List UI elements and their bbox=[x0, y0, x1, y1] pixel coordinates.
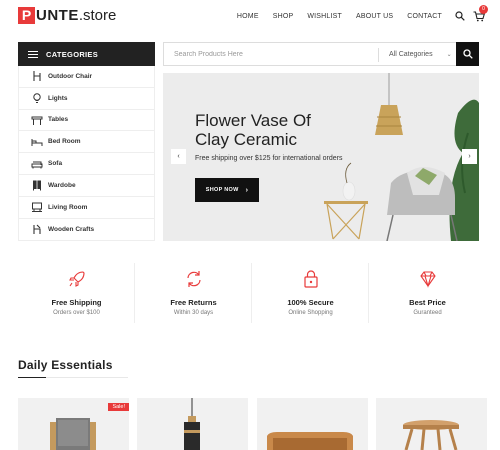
chair-icon bbox=[30, 70, 44, 82]
hero-title: Flower Vase Of Clay Ceramic bbox=[195, 111, 311, 149]
refresh-icon bbox=[186, 271, 201, 287]
search-icon bbox=[462, 49, 473, 59]
feature-secure: 100% Secure Online Shopping bbox=[252, 263, 369, 323]
main-nav: HOME SHOP WISHLIST ABOUT US CONTACT bbox=[237, 13, 442, 20]
slider-prev-button[interactable]: ‹ bbox=[171, 149, 186, 164]
category-item-outdoor-chair[interactable]: Outdoor Chair bbox=[19, 66, 154, 88]
feature-best-price: Best Price Guranteed bbox=[369, 263, 486, 323]
table-icon bbox=[30, 114, 44, 126]
pendant-lamp-icon bbox=[184, 398, 200, 450]
site-logo[interactable]: P UNTE .store bbox=[18, 7, 116, 24]
diamond-icon bbox=[419, 271, 436, 288]
site-header: P UNTE .store HOME SHOP WISHLIST ABOUT U… bbox=[0, 0, 500, 34]
category-label: Wooden Crafts bbox=[48, 225, 95, 233]
feature-title: Free Shipping bbox=[51, 298, 102, 307]
living-room-icon bbox=[30, 201, 44, 213]
feature-title: Free Returns bbox=[170, 298, 217, 307]
menu-icon bbox=[28, 49, 38, 60]
chevron-down-icon: ⌄ bbox=[446, 51, 452, 58]
category-item-lights[interactable]: Lights bbox=[19, 88, 154, 110]
search-input[interactable] bbox=[174, 50, 374, 58]
bed-icon bbox=[30, 136, 44, 148]
features-row: Free Shipping Orders over $100 Free Retu… bbox=[18, 263, 486, 323]
chevron-right-icon: › bbox=[245, 186, 249, 194]
sofa-icon bbox=[30, 158, 44, 170]
feature-subtitle: Guranteed bbox=[413, 310, 442, 316]
feature-subtitle: Online Shopping bbox=[288, 310, 333, 316]
logo-text: UNTE bbox=[36, 7, 79, 24]
category-item-wardobe[interactable]: Wardobe bbox=[19, 175, 154, 197]
wardrobe-icon bbox=[30, 179, 44, 191]
category-item-tables[interactable]: Tables bbox=[19, 110, 154, 132]
category-item-sofa[interactable]: Sofa bbox=[19, 153, 154, 175]
chevron-right-icon: › bbox=[468, 153, 471, 160]
side-table-icon bbox=[267, 432, 353, 450]
lock-icon bbox=[303, 270, 318, 288]
product-card-pendant-lamp[interactable] bbox=[137, 398, 248, 450]
shop-now-label: SHOP NOW bbox=[205, 187, 239, 193]
wooden-craft-icon bbox=[30, 223, 44, 235]
category-label: Living Room bbox=[48, 203, 88, 211]
category-label: Tables bbox=[48, 116, 69, 124]
feature-free-returns: Free Returns Within 30 days bbox=[135, 263, 252, 323]
feature-subtitle: Orders over $100 bbox=[53, 310, 100, 316]
nav-contact[interactable]: CONTACT bbox=[407, 13, 442, 20]
category-item-bed-room[interactable]: Bed Room bbox=[19, 131, 154, 154]
sale-badge: Sale! bbox=[108, 403, 129, 411]
shop-now-button[interactable]: SHOP NOW › bbox=[195, 178, 259, 202]
nav-wishlist[interactable]: WISHLIST bbox=[307, 13, 342, 20]
product-card-armchair[interactable]: Sale! bbox=[18, 398, 129, 450]
hero-subtitle: Free shipping over $125 for internationa… bbox=[195, 155, 343, 162]
logo-suffix: .store bbox=[78, 7, 117, 24]
nav-about-us[interactable]: ABOUT US bbox=[356, 13, 393, 20]
feature-title: Best Price bbox=[409, 298, 446, 307]
search-divider bbox=[378, 48, 379, 62]
hero-banner: Flower Vase Of Clay Ceramic Free shippin… bbox=[163, 73, 479, 241]
chevron-left-icon: ‹ bbox=[177, 153, 180, 160]
product-card-stool[interactable] bbox=[376, 398, 487, 450]
categories-list: Outdoor Chair Lights Tables Bed Room Sof… bbox=[18, 66, 155, 241]
nav-home[interactable]: HOME bbox=[237, 13, 259, 20]
logo-mark: P bbox=[18, 7, 35, 24]
feature-subtitle: Within 30 days bbox=[173, 310, 214, 316]
slider-next-button[interactable]: › bbox=[462, 149, 477, 164]
section-title: Daily Essentials bbox=[18, 358, 113, 372]
search-bar: All Categories ⌄ bbox=[163, 42, 479, 66]
category-item-living-room[interactable]: Living Room bbox=[19, 197, 154, 219]
feature-free-shipping: Free Shipping Orders over $100 bbox=[18, 263, 135, 323]
bulb-icon bbox=[30, 92, 44, 104]
category-label: Outdoor Chair bbox=[48, 72, 93, 80]
category-item-wooden-crafts[interactable]: Wooden Crafts bbox=[19, 219, 154, 241]
category-select-value: All Categories bbox=[389, 50, 433, 58]
search-button[interactable] bbox=[456, 42, 479, 66]
category-label: Bed Room bbox=[48, 138, 81, 146]
category-select[interactable]: All Categories ⌄ bbox=[389, 43, 452, 65]
categories-title: CATEGORIES bbox=[46, 49, 99, 59]
section-underline bbox=[18, 377, 128, 378]
feature-title: 100% Secure bbox=[287, 298, 334, 307]
nav-shop[interactable]: SHOP bbox=[273, 13, 294, 20]
categories-header[interactable]: CATEGORIES bbox=[18, 42, 155, 66]
search-icon[interactable] bbox=[455, 11, 465, 21]
cart-count-badge: 0 bbox=[479, 5, 488, 14]
product-card-side-table[interactable] bbox=[257, 398, 368, 450]
category-label: Sofa bbox=[48, 160, 63, 168]
category-label: Lights bbox=[48, 94, 68, 102]
rocket-icon bbox=[68, 271, 85, 287]
stool-icon bbox=[403, 420, 459, 450]
category-label: Wardobe bbox=[48, 181, 76, 189]
